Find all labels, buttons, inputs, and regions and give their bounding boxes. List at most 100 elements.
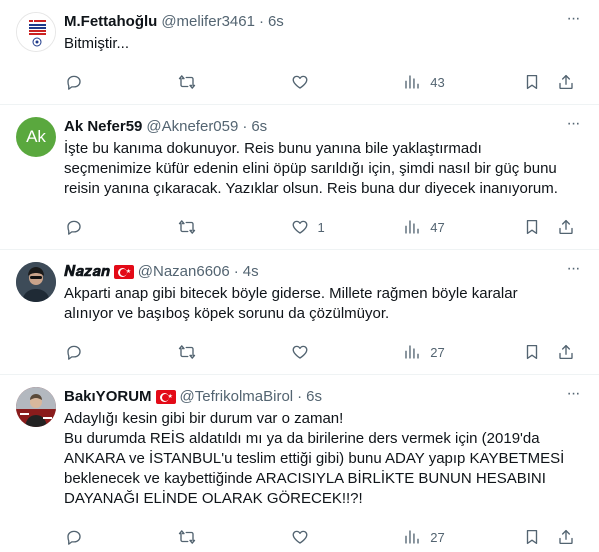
separator: · [297,388,303,405]
reply-button[interactable] [64,211,177,243]
bookmark-button[interactable] [515,211,549,243]
view-count: 27 [430,344,445,360]
timestamp[interactable]: 6s [306,387,322,407]
tweet-text-line: Bu durumda REİS aldatıldı mı ya da biril… [64,430,540,447]
tweet-text-line: DAYANAĞI ELİNDE OLARAK GÖRECEK!!?! [64,490,363,507]
views-button[interactable]: 47 [402,211,515,243]
tweet-text-line: seçmenimize küfür edenin elini öpüp sarı… [64,160,557,177]
share-button[interactable] [549,521,583,552]
share-button[interactable] [549,66,583,98]
bookmark-icon [526,219,538,235]
timestamp[interactable]: 4s [243,262,259,282]
bookmark-icon [526,74,538,90]
share-icon [559,74,573,90]
tweet[interactable]: 𝑵𝒂𝒛𝒂𝒏 ★ @Nazan6606 · 4s ··· Akparti anap… [0,250,599,375]
like-button[interactable]: 1 [290,211,403,243]
share-icon [559,219,573,235]
user-handle[interactable]: @TefrikolmaBirol [180,387,294,407]
tweet-text-line: Adaylığı kesin gibi bir durum var o zama… [64,410,344,427]
like-button[interactable] [290,521,403,552]
tweet-actions: 27 [64,336,583,368]
display-name[interactable]: BakıYORUM [64,387,152,407]
reply-icon [64,72,84,92]
retweet-icon [177,342,197,362]
timestamp[interactable]: 6s [251,117,267,137]
tweet-actions: 43 [64,66,583,98]
retweet-button[interactable] [177,211,290,243]
avatar-image [16,262,56,302]
tweet-text: Akparti anap gibi bitecek böyle giderse.… [64,284,583,324]
share-group [515,521,583,552]
share-icon [559,344,573,360]
tweet-text: Bitmiştir... [64,34,583,54]
tweet[interactable]: BakıYORUM ★ @TefrikolmaBirol · 6s ··· Ad… [0,375,599,552]
display-name[interactable]: 𝑵𝒂𝒛𝒂𝒏 [64,262,110,282]
like-button[interactable] [290,66,403,98]
share-button[interactable] [549,336,583,368]
timeline: M.Fettahoğlu @melifer3461 · 6s ··· Bitmi… [0,0,599,552]
retweet-button[interactable] [177,336,290,368]
analytics-icon [402,342,422,362]
bookmark-button[interactable] [515,521,549,552]
avatar-image [16,387,56,427]
tweet-actions: 27 [64,521,583,552]
more-options-icon[interactable]: ··· [563,261,583,282]
view-count: 47 [430,219,445,235]
bookmark-button[interactable] [515,66,549,98]
retweet-button[interactable] [177,66,290,98]
user-handle[interactable]: @Nazan6606 [138,262,230,282]
reply-button[interactable] [64,521,177,552]
retweet-button[interactable] [177,521,290,552]
reply-icon [64,217,84,237]
avatar-image [17,13,55,51]
share-group [515,336,583,368]
tweet-text-line: İşte bu kanıma dokunuyor. Reis bunu yanı… [64,140,482,157]
retweet-icon [177,72,197,92]
bookmark-button[interactable] [515,336,549,368]
tweet-text-line: reisin yanına çıkaracak. Yazıklar olsun.… [64,180,558,197]
analytics-icon [402,527,422,547]
avatar[interactable] [16,387,56,427]
user-handle[interactable]: @melifer3461 [161,12,255,32]
avatar[interactable] [16,12,56,52]
tweet-text-line: alınıyor ve başıboş köpek sorunu da çözü… [64,305,390,322]
user-handle[interactable]: @Aknefer059 [146,117,238,137]
heart-icon [290,527,310,547]
timestamp[interactable]: 6s [268,12,284,32]
avatar[interactable]: Ak [16,117,56,157]
like-button[interactable] [290,336,403,368]
separator: · [233,263,239,280]
avatar[interactable] [16,262,56,302]
tweet-header: Ak Nefer59 @Aknefer059 · 6s [64,117,583,137]
tweet-text-line: ANKARA ve İSTANBUL'u teslim ettiği gibi)… [64,450,565,467]
separator: · [242,118,248,135]
more-options-icon[interactable]: ··· [563,116,583,137]
tweet-text: Adaylığı kesin gibi bir durum var o zama… [64,409,583,509]
display-name[interactable]: M.Fettahoğlu [64,12,157,32]
view-count: 27 [430,529,445,545]
more-options-icon[interactable]: ··· [563,386,583,407]
display-name[interactable]: Ak Nefer59 [64,117,142,137]
bookmark-icon [526,529,538,545]
like-count: 1 [317,219,325,235]
reply-button[interactable] [64,336,177,368]
tweet-actions: 1 47 [64,211,583,243]
share-button[interactable] [549,211,583,243]
turkey-flag-icon: ★ [155,390,176,404]
avatar-initials: Ak [26,127,46,146]
tweet-text: İşte bu kanıma dokunuyor. Reis bunu yanı… [64,139,583,199]
views-button[interactable]: 27 [402,336,515,368]
heart-icon [290,342,310,362]
retweet-icon [177,217,197,237]
tweet-text-line: beklenecek ve kaybettiğinde ARACISIYLA B… [64,470,546,487]
turkey-flag-icon: ★ [113,265,134,279]
views-button[interactable]: 27 [402,521,515,552]
more-options-icon[interactable]: ··· [563,11,583,32]
tweet[interactable]: M.Fettahoğlu @melifer3461 · 6s ··· Bitmi… [0,0,599,105]
view-count: 43 [430,74,445,90]
reply-button[interactable] [64,66,177,98]
tweet[interactable]: Ak Ak Nefer59 @Aknefer059 · 6s ··· İşte … [0,105,599,250]
retweet-icon [177,527,197,547]
tweet-header: BakıYORUM ★ @TefrikolmaBirol · 6s [64,387,583,407]
views-button[interactable]: 43 [402,66,515,98]
